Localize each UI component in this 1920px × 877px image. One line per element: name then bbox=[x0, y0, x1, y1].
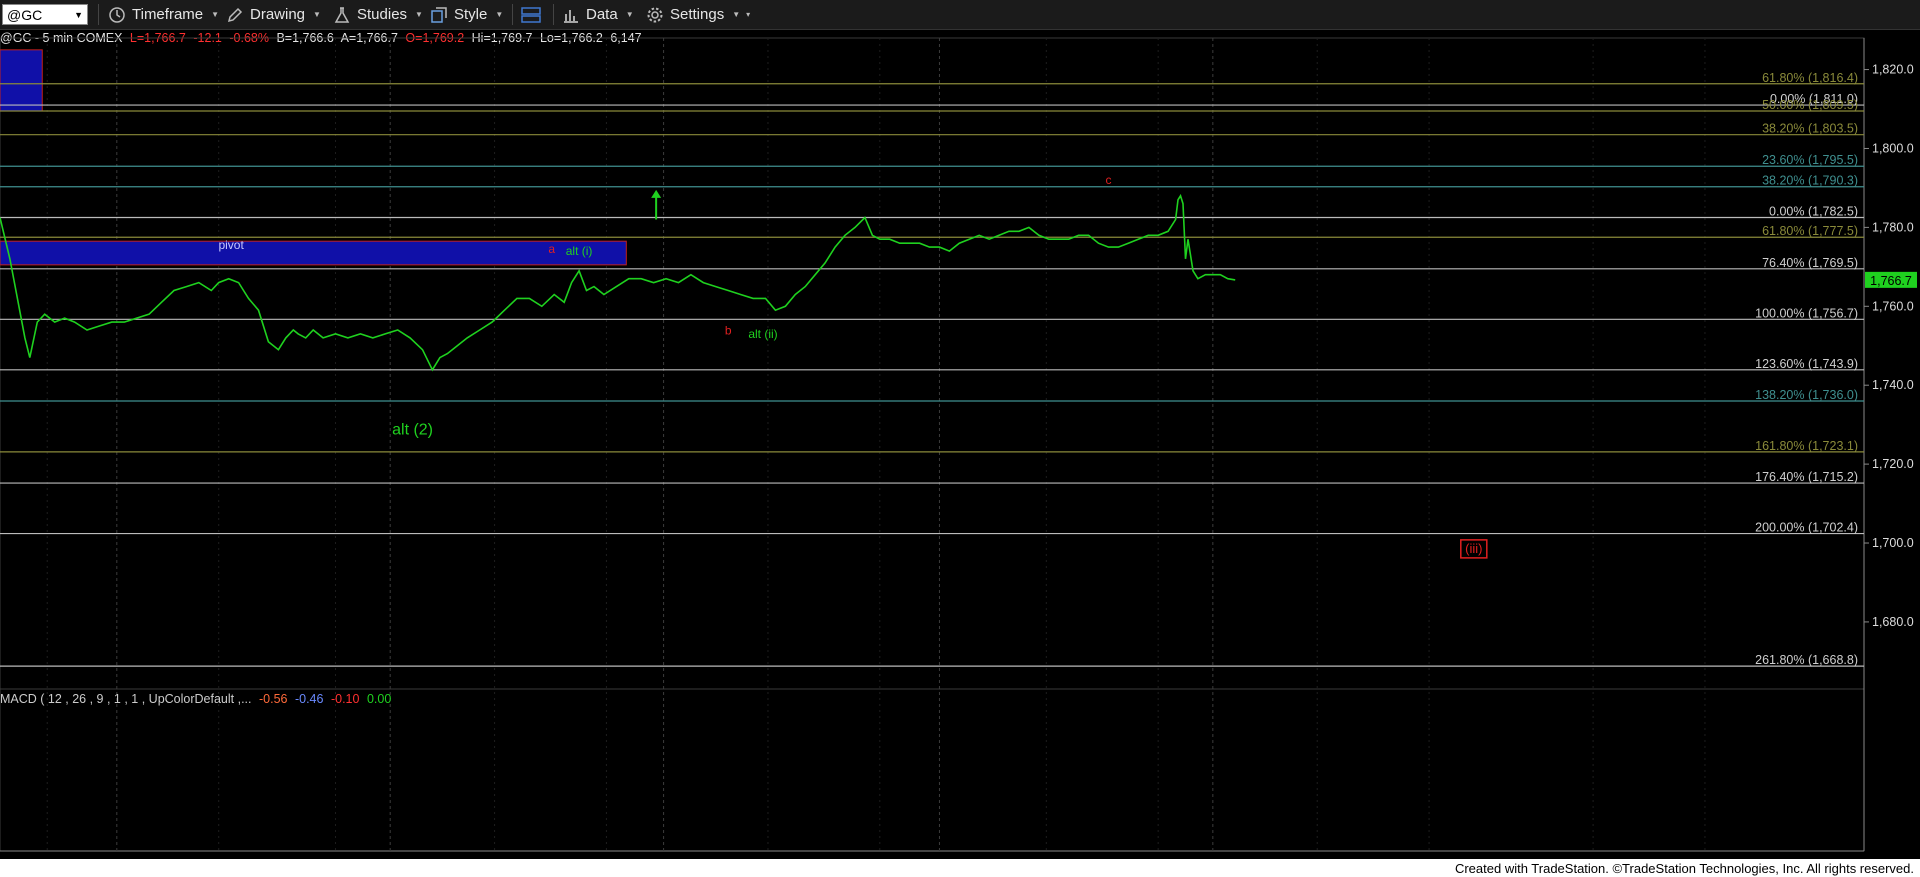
price-panel-border bbox=[0, 37, 1865, 690]
y-tick-label: 1,720.0 bbox=[1872, 457, 1914, 471]
chevron-down-icon: ▼ bbox=[415, 10, 423, 19]
clock-icon bbox=[109, 6, 125, 23]
y-tick-label: 1,740.0 bbox=[1872, 378, 1914, 392]
style-icon bbox=[431, 6, 447, 23]
macd-panel-border bbox=[0, 688, 1865, 852]
fib-level-label: 61.80% (1,816.4) bbox=[1762, 71, 1858, 85]
wave-label: pivot bbox=[218, 238, 244, 252]
fib-level-label: 100.00% (1,756.7) bbox=[1755, 306, 1858, 320]
macd-value-4: 0.00 bbox=[366, 692, 392, 706]
y-tick-label: 1,680.0 bbox=[1872, 615, 1914, 629]
zone-rect bbox=[0, 49, 43, 112]
wave-label: b bbox=[725, 324, 732, 338]
y-tick-label: 1,780.0 bbox=[1872, 220, 1914, 234]
data-button[interactable]: Data ▼ bbox=[562, 4, 634, 25]
wave-label: c bbox=[1105, 173, 1111, 187]
settings-button[interactable]: Settings ▼ ▾ bbox=[646, 4, 750, 25]
y-tick-label: 1,800.0 bbox=[1872, 141, 1914, 155]
data-label: Data bbox=[586, 6, 618, 23]
macd-legend: MACD ( 12 , 26 , 9 , 1 , 1 , UpColorDefa… bbox=[0, 692, 395, 706]
macd-value-3: -0.10 bbox=[330, 692, 360, 706]
price-series-line bbox=[0, 193, 1236, 372]
flask-icon bbox=[334, 6, 350, 23]
fib-level-label: 0.00% (1,782.5) bbox=[1769, 205, 1858, 219]
fib-level-label: 61.80% (1,777.5) bbox=[1762, 224, 1858, 238]
chevron-down-icon[interactable]: ▼ bbox=[74, 10, 83, 20]
toolbar-separator bbox=[553, 4, 554, 25]
chevron-down-icon: ▼ bbox=[625, 10, 634, 19]
gear-icon bbox=[647, 7, 663, 22]
timeframe-button[interactable]: Timeframe ▼ bbox=[108, 4, 219, 25]
fib-level-label: 38.20% (1,803.5) bbox=[1762, 122, 1858, 136]
drawing-button[interactable]: Drawing ▼ bbox=[226, 4, 321, 25]
y-tick-label: 1,760.0 bbox=[1872, 299, 1914, 313]
fib-level-label: 50.00% (1,809.5) bbox=[1762, 98, 1858, 112]
up-arrow-icon bbox=[651, 189, 662, 198]
settings-label: Settings bbox=[670, 6, 725, 23]
fib-level-label: 261.80% (1,668.8) bbox=[1755, 653, 1858, 667]
studies-button[interactable]: Studies ▼ bbox=[333, 4, 423, 25]
wave-label: alt (2) bbox=[392, 422, 433, 439]
wave-label: alt (ii) bbox=[748, 327, 777, 341]
toolbar-separator bbox=[512, 4, 513, 25]
fib-level-label: 23.60% (1,795.5) bbox=[1762, 153, 1858, 167]
wave-label: (iii) bbox=[1465, 541, 1482, 556]
layout-button[interactable] bbox=[520, 4, 548, 25]
chevron-down-icon: ▼ bbox=[211, 10, 220, 19]
fib-level-label: 138.20% (1,736.0) bbox=[1755, 388, 1858, 402]
symbol-value: @GC bbox=[7, 6, 43, 23]
bar-chart-icon bbox=[564, 9, 578, 23]
style-button[interactable]: Style ▼ bbox=[430, 4, 503, 25]
chevron-down-icon: ▾ bbox=[746, 10, 751, 19]
zone-rect bbox=[0, 240, 627, 266]
footer-credit: Created with TradeStation. ©TradeStation… bbox=[1454, 861, 1914, 876]
toolbar-separator bbox=[98, 4, 99, 25]
chevron-down-icon: ▼ bbox=[495, 10, 504, 19]
fib-level-label: 161.80% (1,723.1) bbox=[1755, 439, 1858, 453]
wave-label: alt (i) bbox=[566, 244, 593, 258]
wave-label: a bbox=[548, 242, 555, 256]
y-tick-label: 1,820.0 bbox=[1872, 63, 1914, 77]
drawing-label: Drawing bbox=[250, 6, 306, 23]
y-tick-label: 1,700.0 bbox=[1872, 536, 1914, 550]
price-chart[interactable]: 1,820.0 1,800.0 1,780.0 1,760.0 1,740.0 1,720… bbox=[0, 29, 1920, 859]
last-price-tag-label: 1,766.7 bbox=[1870, 274, 1912, 288]
fib-level-label: 176.40% (1,715.2) bbox=[1755, 470, 1858, 484]
macd-value-2: -0.46 bbox=[294, 692, 324, 706]
fib-level-label: 123.60% (1,743.9) bbox=[1755, 357, 1858, 371]
fib-level-label: 200.00% (1,702.4) bbox=[1755, 521, 1858, 535]
macd-value-1: -0.56 bbox=[258, 692, 288, 706]
fib-level-label: 38.20% (1,790.3) bbox=[1762, 174, 1858, 188]
pencil-icon bbox=[227, 7, 243, 22]
symbol-input[interactable]: @GC ▼ bbox=[2, 4, 88, 25]
chevron-down-icon: ▼ bbox=[732, 10, 741, 19]
toolbar: @GC ▼ Timeframe ▼ Drawing ▼ Studies ▼ St… bbox=[0, 0, 1920, 30]
macd-name: MACD ( 12 , 26 , 9 , 1 , 1 , UpColorDefa… bbox=[0, 692, 252, 706]
fib-level-label: 76.40% (1,769.5) bbox=[1762, 256, 1858, 270]
chevron-down-icon: ▼ bbox=[313, 10, 321, 19]
layout-icon bbox=[521, 6, 541, 23]
timeframe-label: Timeframe bbox=[132, 6, 204, 23]
studies-label: Studies bbox=[357, 6, 408, 23]
style-label: Style bbox=[454, 6, 488, 23]
